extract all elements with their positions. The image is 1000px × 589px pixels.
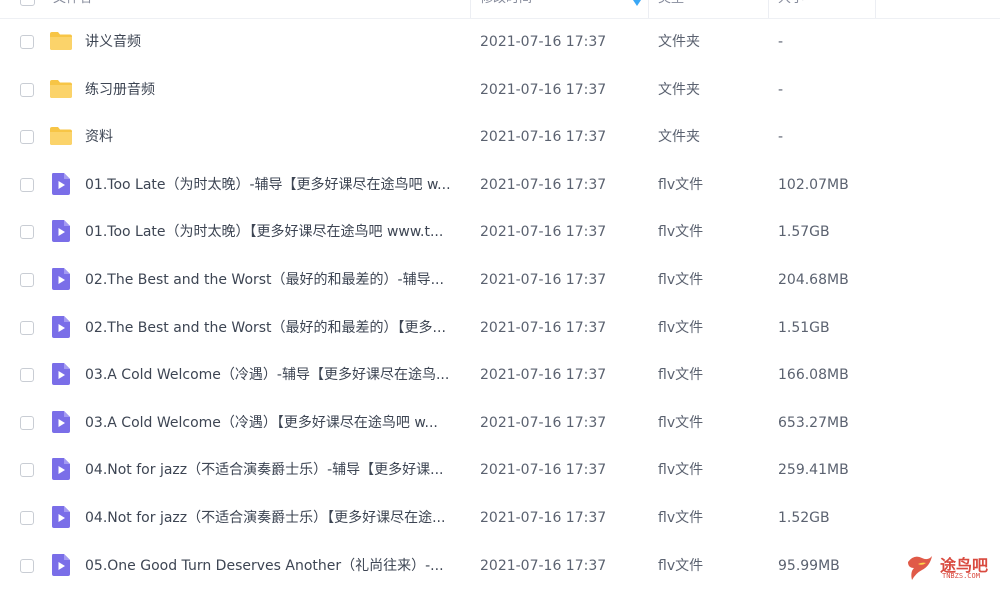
file-size: 1.57GB — [778, 224, 830, 241]
file-list-header: 文件名 修改时间 类型 大小 — [0, 0, 1000, 19]
video-file-icon — [52, 172, 70, 195]
row-checkbox[interactable] — [20, 82, 34, 97]
file-row[interactable]: 05.One Good Turn Deserves Another（礼尚往来）-… — [0, 542, 1000, 589]
file-size: 204.68MB — [778, 272, 849, 288]
column-header-time[interactable]: 修改时间 — [480, 0, 532, 18]
column-divider[interactable] — [470, 0, 471, 18]
file-name[interactable]: 04.Not for jazz（不适合演奏爵士乐）【更多好课尽在途... — [85, 509, 465, 527]
file-modified-time: 2021-07-16 17:37 — [480, 176, 607, 193]
file-row[interactable]: 03.A Cold Welcome（冷遇）【更多好课尽在途鸟吧 w... 202… — [0, 399, 1000, 447]
video-file-icon — [52, 363, 70, 386]
file-modified-time: 2021-07-16 17:37 — [480, 129, 607, 146]
file-name[interactable]: 02.The Best and the Worst（最好的和最差的）【更多... — [85, 319, 465, 337]
sort-desc-icon[interactable] — [632, 0, 642, 8]
file-modified-time: 2021-07-16 17:37 — [480, 319, 607, 336]
row-checkbox[interactable] — [20, 225, 34, 240]
watermark-subtext: TNBZS.COM — [942, 572, 980, 580]
video-file-icon — [52, 553, 70, 576]
column-divider[interactable] — [875, 0, 876, 18]
file-size: 259.41MB — [778, 462, 849, 479]
file-type: flv文件 — [658, 462, 704, 479]
video-file-icon — [52, 458, 70, 481]
row-checkbox[interactable] — [20, 368, 34, 383]
file-row[interactable]: 02.The Best and the Worst（最好的和最差的）【更多...… — [0, 304, 1000, 352]
file-size: - — [778, 34, 784, 50]
file-row[interactable]: 03.A Cold Welcome（冷遇）-辅导【更多好课尽在途鸟... 202… — [0, 351, 1000, 399]
watermark-logo: 途鸟吧 TNBZS.COM — [900, 548, 1000, 588]
file-row[interactable]: 01.Too Late（为时太晚）【更多好课尽在途鸟吧 www.t... 202… — [0, 208, 1000, 256]
file-name[interactable]: 05.One Good Turn Deserves Another（礼尚往来）-… — [85, 557, 465, 575]
row-checkbox[interactable] — [20, 177, 34, 192]
row-checkbox[interactable] — [20, 558, 34, 573]
file-row[interactable]: 02.The Best and the Worst（最好的和最差的）-辅导...… — [0, 256, 1000, 304]
file-row[interactable]: 讲义音频 2021-07-16 17:37 文件夹 - — [0, 18, 1000, 66]
file-modified-time: 2021-07-16 17:37 — [480, 414, 607, 431]
file-size: - — [778, 129, 784, 146]
video-file-icon — [52, 268, 70, 290]
file-modified-time: 2021-07-16 17:37 — [480, 367, 607, 384]
file-name[interactable]: 04.Not for jazz（不适合演奏爵士乐）-辅导【更多好课... — [85, 461, 465, 479]
file-row[interactable]: 04.Not for jazz（不适合演奏爵士乐）-辅导【更多好课... 202… — [0, 446, 1000, 494]
file-row[interactable]: 资料 2021-07-16 17:37 文件夹 - — [0, 113, 1000, 161]
file-name[interactable]: 01.Too Late（为时太晚）-辅导【更多好课尽在途鸟吧 w... — [85, 176, 465, 194]
file-type: 文件夹 — [658, 81, 700, 98]
video-file-icon — [52, 410, 70, 433]
file-size: 95.99MB — [778, 557, 840, 574]
row-checkbox[interactable] — [20, 463, 34, 478]
row-checkbox[interactable] — [20, 511, 34, 525]
file-modified-time: 2021-07-16 17:37 — [480, 557, 607, 574]
video-file-icon — [52, 506, 70, 528]
select-all-checkbox[interactable] — [20, 0, 35, 6]
file-name[interactable]: 讲义音频 — [85, 33, 465, 51]
file-name[interactable]: 03.A Cold Welcome（冷遇）【更多好课尽在途鸟吧 w... — [85, 414, 465, 432]
row-checkbox[interactable] — [20, 35, 34, 49]
file-name[interactable]: 练习册音频 — [85, 81, 465, 99]
file-row[interactable]: 04.Not for jazz（不适合演奏爵士乐）【更多好课尽在途... 202… — [0, 494, 1000, 542]
file-type: 文件夹 — [658, 129, 700, 146]
file-size: 166.08MB — [778, 367, 849, 384]
file-type: flv文件 — [658, 367, 704, 384]
file-modified-time: 2021-07-16 17:37 — [480, 462, 607, 479]
bird-logo-icon — [908, 556, 932, 580]
column-divider[interactable] — [648, 0, 649, 18]
file-type: flv文件 — [658, 272, 704, 288]
file-type: flv文件 — [658, 319, 704, 336]
video-file-icon — [52, 220, 70, 243]
file-name[interactable]: 03.A Cold Welcome（冷遇）-辅导【更多好课尽在途鸟... — [85, 366, 465, 384]
file-name[interactable]: 02.The Best and the Worst（最好的和最差的）-辅导... — [85, 271, 465, 289]
file-row[interactable]: 01.Too Late（为时太晚）-辅导【更多好课尽在途鸟吧 w... 2021… — [0, 161, 1000, 209]
file-name[interactable]: 01.Too Late（为时太晚）【更多好课尽在途鸟吧 www.t... — [85, 223, 465, 241]
row-checkbox[interactable] — [20, 130, 34, 145]
file-size: 1.51GB — [778, 319, 830, 336]
file-modified-time: 2021-07-16 17:37 — [480, 34, 607, 50]
file-size: - — [778, 81, 784, 98]
column-header-name[interactable]: 文件名 — [53, 0, 92, 18]
folder-icon — [50, 32, 72, 50]
file-type: flv文件 — [658, 414, 704, 431]
file-name[interactable]: 资料 — [85, 128, 465, 146]
column-header-type[interactable]: 类型 — [658, 0, 684, 18]
file-type: flv文件 — [658, 176, 704, 193]
file-modified-time: 2021-07-16 17:37 — [480, 272, 607, 288]
file-size: 102.07MB — [778, 176, 849, 193]
file-type: flv文件 — [658, 557, 704, 574]
file-size: 1.52GB — [778, 510, 830, 526]
file-type: flv文件 — [658, 224, 704, 241]
column-divider[interactable] — [768, 0, 769, 18]
row-checkbox[interactable] — [20, 320, 34, 335]
column-header-size[interactable]: 大小 — [778, 0, 804, 18]
row-checkbox[interactable] — [20, 415, 34, 430]
video-file-icon — [52, 315, 70, 338]
file-modified-time: 2021-07-16 17:37 — [480, 510, 607, 526]
file-size: 653.27MB — [778, 414, 849, 431]
folder-icon — [50, 127, 72, 146]
row-checkbox[interactable] — [20, 273, 34, 287]
folder-icon — [50, 79, 72, 98]
file-type: 文件夹 — [658, 34, 700, 50]
file-type: flv文件 — [658, 510, 704, 526]
file-modified-time: 2021-07-16 17:37 — [480, 81, 607, 98]
file-row[interactable]: 练习册音频 2021-07-16 17:37 文件夹 - — [0, 66, 1000, 114]
file-modified-time: 2021-07-16 17:37 — [480, 224, 607, 241]
